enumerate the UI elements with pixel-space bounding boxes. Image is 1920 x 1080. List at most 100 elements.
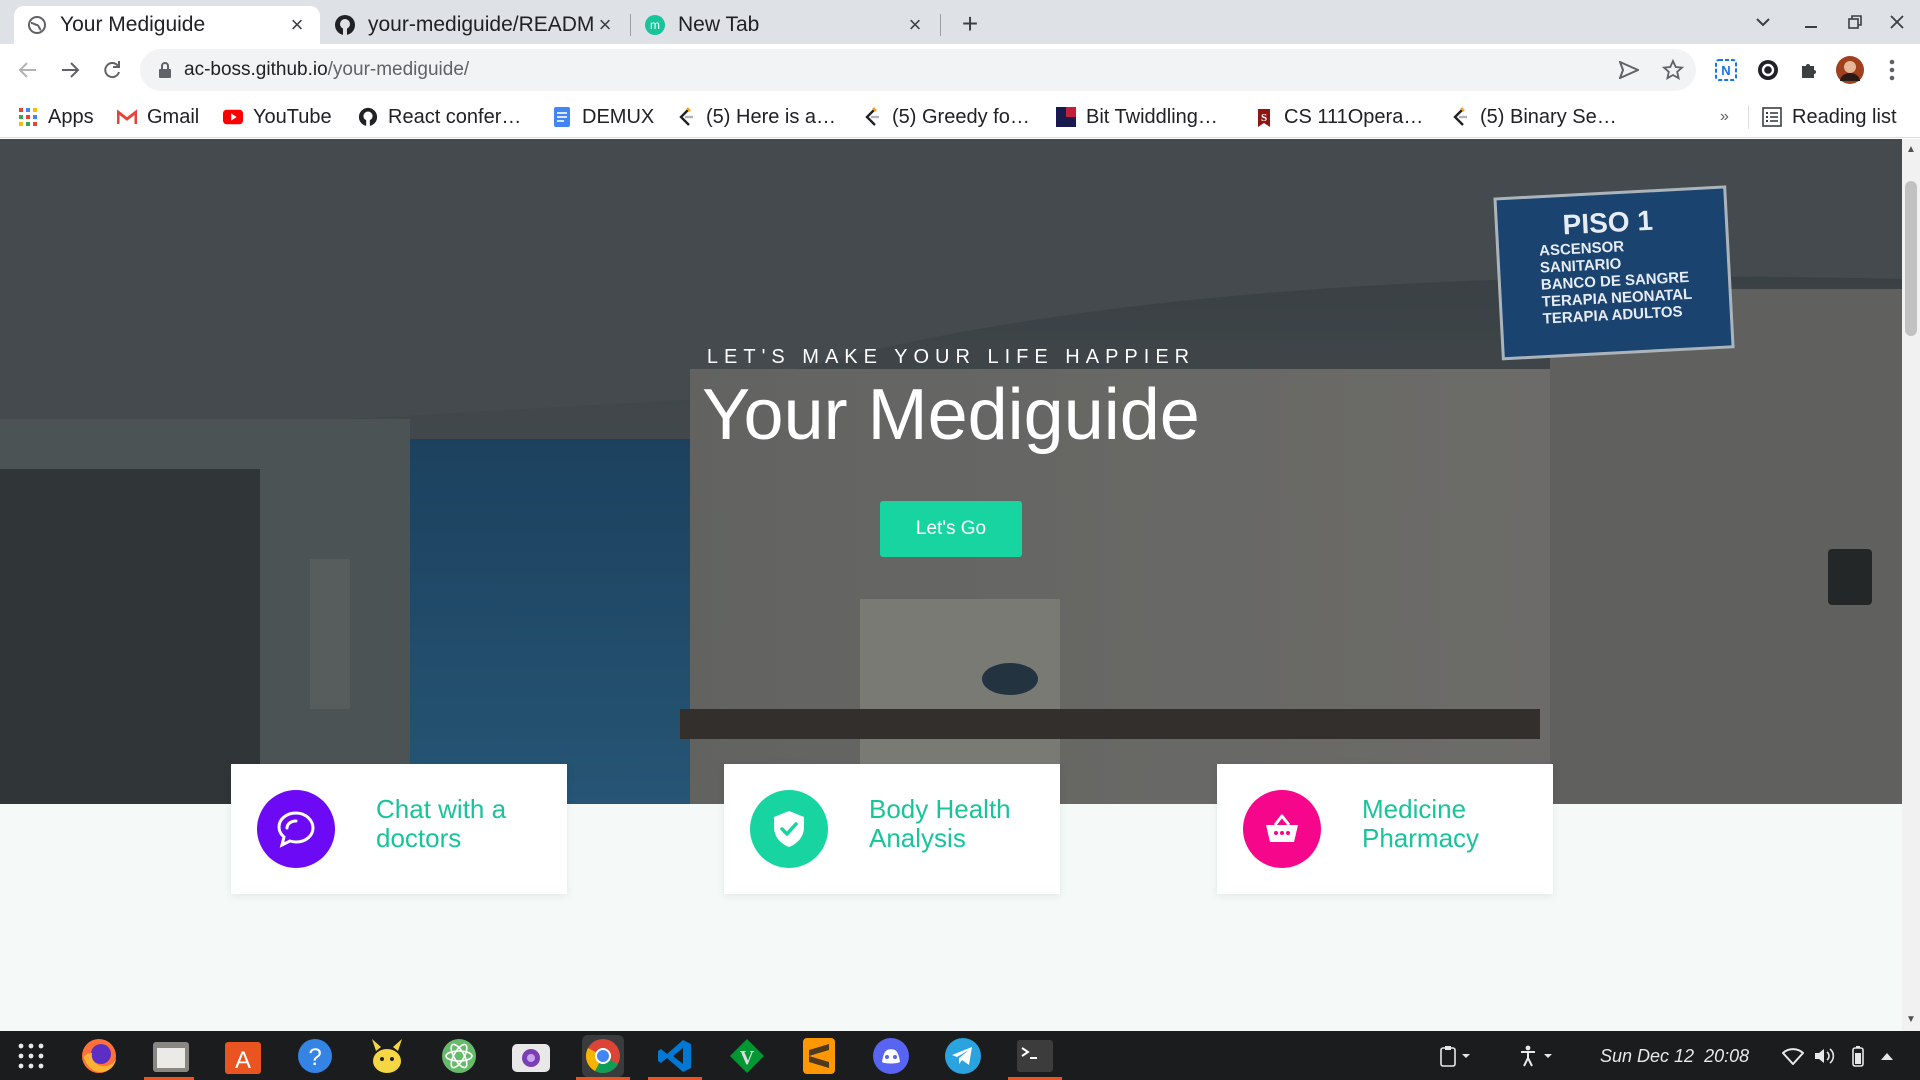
- profile-avatar[interactable]: [1834, 54, 1866, 86]
- bookmark-here-is-a[interactable]: (5) Here is a…: [676, 102, 836, 132]
- feature-card-chat[interactable]: Chat with a doctors: [231, 764, 567, 894]
- clipboard-indicator-icon[interactable]: [1440, 1043, 1474, 1069]
- tab-separator: [630, 14, 631, 36]
- terminal-icon[interactable]: [1014, 1035, 1056, 1077]
- bookmark-label: Apps: [48, 105, 94, 128]
- tab-strip: Your Mediguide × your-mediguide/READM × …: [0, 0, 1920, 44]
- apps-grid-icon: [18, 107, 38, 127]
- github-icon: [334, 14, 356, 36]
- menu-kebab-icon[interactable]: [1876, 54, 1908, 86]
- bookmark-label: Bit Twiddling…: [1086, 105, 1218, 128]
- bookmark-cs111[interactable]: S CS 111Opera…: [1254, 102, 1423, 132]
- globe-icon: [26, 14, 48, 36]
- docs-icon: [552, 107, 572, 127]
- bit-icon: [1056, 107, 1076, 127]
- extensions-puzzle-icon[interactable]: [1794, 54, 1826, 86]
- github-icon: [358, 107, 378, 127]
- bookmark-label: YouTube: [253, 105, 332, 128]
- app-grid-icon[interactable]: [10, 1035, 52, 1077]
- bookmark-label: (5) Greedy fo…: [892, 105, 1030, 128]
- discord-icon[interactable]: [870, 1035, 912, 1077]
- gmail-icon: [117, 107, 137, 127]
- lock-icon: [159, 62, 171, 78]
- close-icon[interactable]: ×: [904, 12, 926, 37]
- url-host: ac-boss.github.io: [184, 59, 328, 80]
- system-menu-chevron-icon[interactable]: [1880, 1043, 1894, 1069]
- send-to-devices-icon[interactable]: [1614, 55, 1644, 85]
- hero-section: PISO 1 ASCENSOR SANITARIO BANCO DE SANGR…: [0, 139, 1902, 804]
- bookmark-demux[interactable]: DEMUX: [552, 102, 654, 132]
- files-icon[interactable]: [150, 1035, 192, 1077]
- bookmark-greedy[interactable]: (5) Greedy fo…: [862, 102, 1030, 132]
- battery-icon[interactable]: [1848, 1043, 1868, 1069]
- scrollbar-thumb[interactable]: [1905, 181, 1917, 336]
- bookmark-separator: [1748, 105, 1749, 129]
- volume-icon[interactable]: [1814, 1043, 1836, 1069]
- bookmark-label: DEMUX: [582, 105, 655, 128]
- scroll-up-arrow-icon[interactable]: ▲: [1906, 145, 1916, 155]
- close-icon[interactable]: ×: [286, 12, 308, 37]
- close-icon[interactable]: ×: [594, 12, 616, 37]
- vim-icon[interactable]: V: [726, 1035, 768, 1077]
- minimize-icon[interactable]: [1796, 8, 1826, 36]
- scroll-down-arrow-icon[interactable]: ▼: [1906, 1015, 1916, 1025]
- help-icon[interactable]: ?: [294, 1035, 336, 1077]
- feature-card-health[interactable]: Body Health Analysis: [724, 764, 1060, 894]
- bookmark-star-icon[interactable]: [1658, 55, 1688, 85]
- sublime-icon[interactable]: [798, 1035, 840, 1077]
- new-tab-plus-icon[interactable]: +: [955, 8, 985, 39]
- bookmark-gmail[interactable]: Gmail: [117, 102, 199, 132]
- tab-your-mediguide[interactable]: Your Mediguide ×: [14, 6, 320, 44]
- bookmarks-overflow-chevron[interactable]: »: [1720, 102, 1729, 132]
- lets-go-button[interactable]: Let's Go: [880, 501, 1022, 557]
- restore-icon[interactable]: [1840, 8, 1870, 36]
- chrome-icon[interactable]: [582, 1035, 624, 1077]
- feature-card-pharmacy[interactable]: Medicine Pharmacy: [1217, 764, 1553, 894]
- accessibility-icon[interactable]: [1520, 1043, 1556, 1069]
- svg-text:?: ?: [308, 1044, 321, 1071]
- bookmark-binary-search[interactable]: (5) Binary Se…: [1450, 102, 1617, 132]
- telegram-icon[interactable]: [942, 1035, 984, 1077]
- page-scrollbar[interactable]: ▲ ▼: [1902, 139, 1920, 1031]
- leetcode-icon: [862, 107, 882, 127]
- leetcode-icon: [1450, 107, 1470, 127]
- software-center-icon[interactable]: A: [222, 1035, 264, 1077]
- address-bar[interactable]: ac-boss.github.io/your-mediguide/: [140, 49, 1696, 91]
- url-text[interactable]: ac-boss.github.io/your-mediguide/: [184, 59, 469, 81]
- reload-icon[interactable]: [96, 54, 128, 86]
- bookmarks-bar: Apps Gmail YouTube React confer… DEMUX (…: [0, 96, 1920, 138]
- leetcode-icon: [676, 107, 696, 127]
- firefox-icon[interactable]: [78, 1035, 120, 1077]
- clock[interactable]: Sun Dec 12 20:08: [1600, 1043, 1749, 1069]
- shield-check-icon: [750, 790, 828, 868]
- pikachu-icon[interactable]: [366, 1035, 408, 1077]
- feature-label: Medicine Pharmacy: [1362, 794, 1480, 853]
- bookmark-youtube[interactable]: YouTube: [223, 102, 332, 132]
- tab-search-chevron-icon[interactable]: [1748, 8, 1778, 36]
- tab-new-tab[interactable]: m New Tab ×: [632, 6, 938, 44]
- notion-extension-icon[interactable]: N: [1710, 54, 1742, 86]
- bookmark-react-conference[interactable]: React confer…: [358, 102, 521, 132]
- svg-text:m: m: [650, 18, 660, 32]
- reading-list-button[interactable]: Reading list: [1762, 102, 1897, 132]
- camera-icon[interactable]: [510, 1035, 552, 1077]
- youtube-icon: [223, 107, 243, 127]
- svg-text:N: N: [1721, 63, 1730, 78]
- tab-readme[interactable]: your-mediguide/READM ×: [322, 6, 628, 44]
- os-taskbar: A ? V Sun Dec 12 20:08: [0, 1031, 1920, 1080]
- floor-sign: PISO 1 ASCENSOR SANITARIO BANCO DE SANGR…: [1497, 201, 1723, 329]
- bookmark-apps[interactable]: Apps: [18, 102, 94, 132]
- atom-icon[interactable]: [438, 1035, 480, 1077]
- forward-arrow-icon[interactable]: [54, 54, 86, 86]
- tab-title: New Tab: [678, 13, 760, 36]
- svg-text:A: A: [235, 1047, 251, 1074]
- wifi-icon[interactable]: [1782, 1043, 1804, 1069]
- bookmark-bit-twiddling[interactable]: Bit Twiddling…: [1056, 102, 1218, 132]
- vscode-icon[interactable]: [654, 1035, 696, 1077]
- browser-toolbar: ac-boss.github.io/your-mediguide/ N: [0, 44, 1920, 96]
- feature-label: Body Health Analysis: [869, 794, 1011, 853]
- back-arrow-icon[interactable]: [12, 54, 44, 86]
- page-viewport: PISO 1 ASCENSOR SANITARIO BANCO DE SANGR…: [0, 139, 1902, 1031]
- grammarly-extension-icon[interactable]: [1752, 54, 1784, 86]
- window-close-icon[interactable]: [1882, 8, 1912, 36]
